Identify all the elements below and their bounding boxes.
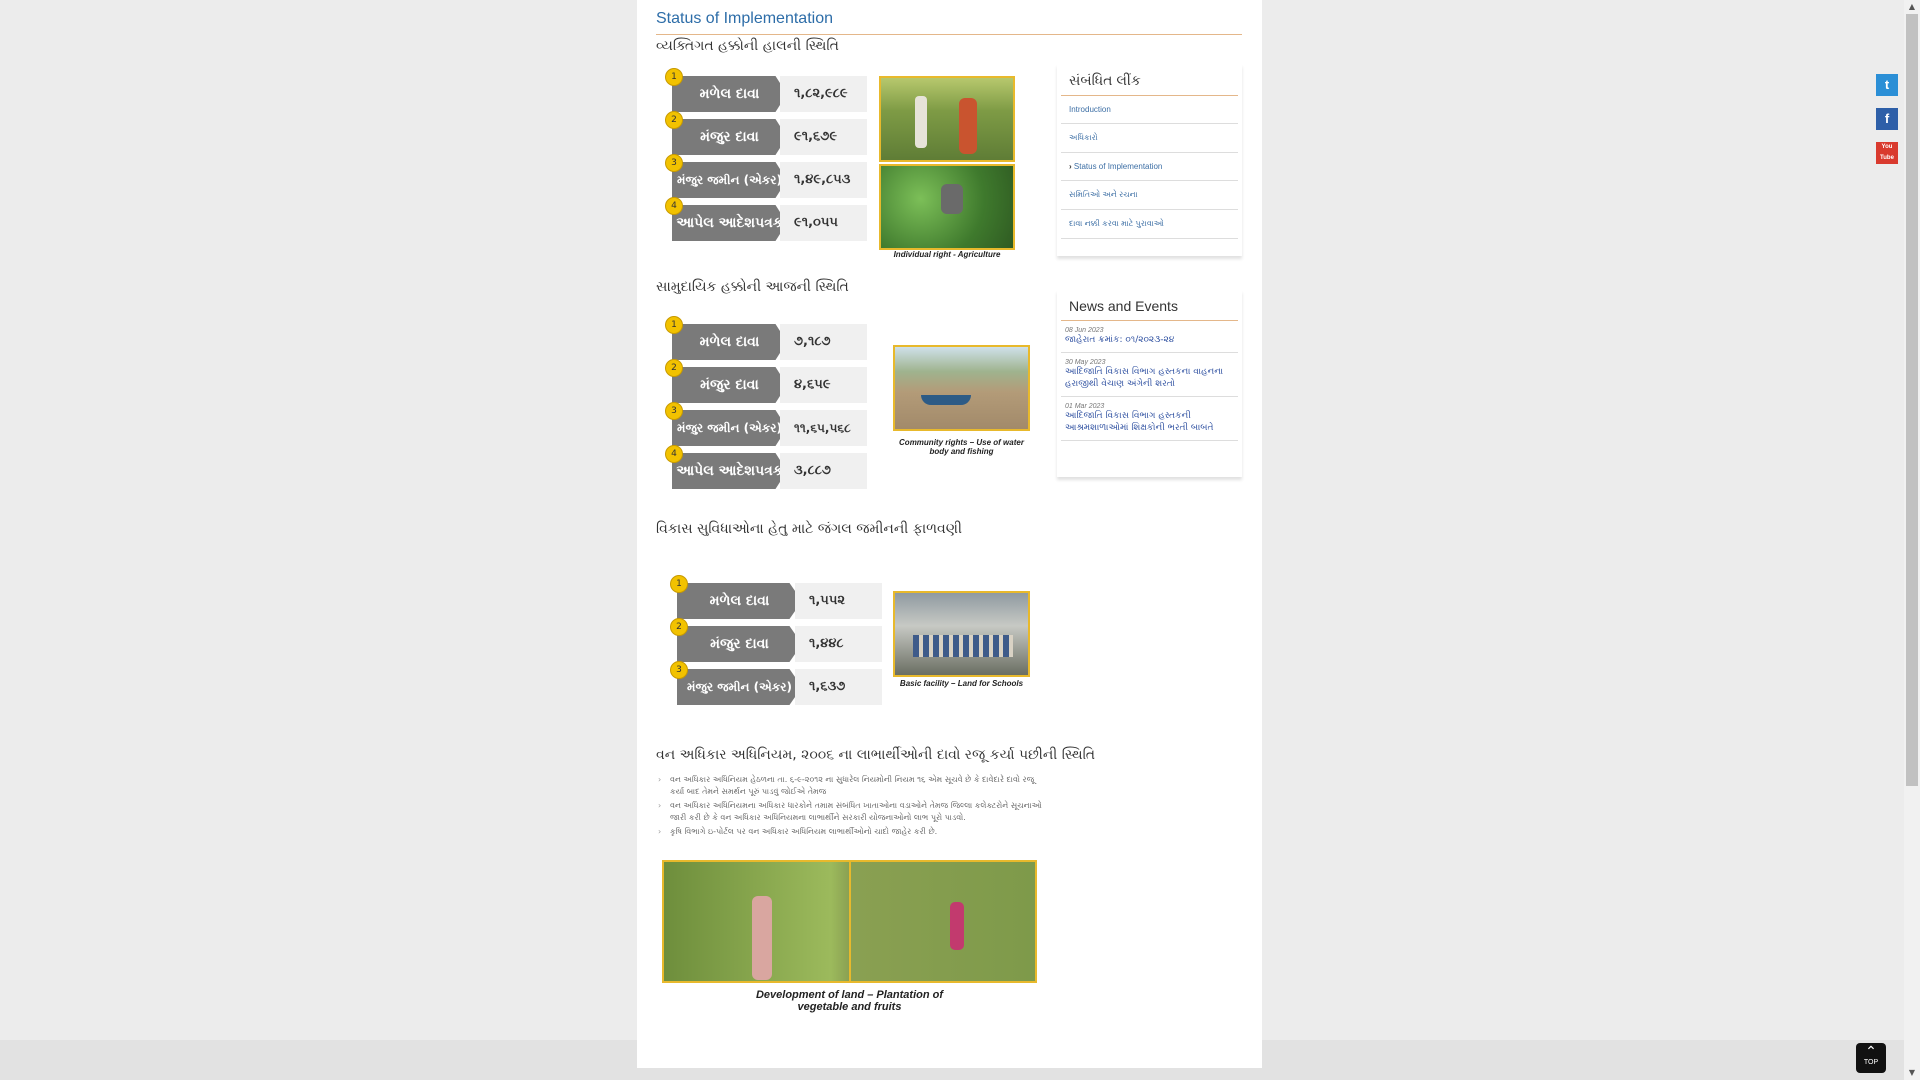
stat-label: મંજુર દાવા (672, 367, 787, 403)
plantation-caption: Development of land – Plantation of vege… (662, 989, 1037, 1013)
step-badge: 1 (670, 575, 688, 593)
community-caption: Community rights – Use of water body and… (899, 438, 1024, 456)
back-to-top-button[interactable]: ⌃ TOP (1856, 1043, 1886, 1073)
stat-label: આપેલ આદેશપત્રક (672, 205, 787, 241)
beneficiaries-title: વન અધિકાર અધિનિયમ, ૨૦૦૬ ના લાભાર્થીઓની દ… (656, 747, 1096, 763)
stat-value: ૭,૧૮૭ (780, 324, 867, 360)
youtube-icon[interactable]: You Tube (1876, 142, 1898, 164)
news-box: News and Events 08 Jun 2023 જાહેરાત ક્રમ… (1057, 290, 1242, 477)
individual-caption: Individual right - Agriculture (893, 250, 1001, 259)
list-item: કૃષિ વિભાગે ઇ-પોર્ટલ પર વન અધિકાર અધિનિય… (656, 826, 1046, 838)
stat-row: 1 મળેલ દાવા ૧,૮૨,૯૮૯ (665, 68, 867, 112)
stat-label: આપેલ આદેશપત્રક (672, 453, 787, 489)
related-links-title: સંબંધિત લીંક (1061, 64, 1238, 96)
agriculture-photo-2 (879, 164, 1015, 250)
stat-value: ૧,૬૩૭ (795, 669, 882, 705)
chevron-up-icon: ⌃ (1865, 1043, 1877, 1059)
step-badge: 2 (670, 618, 688, 636)
individual-rights-title: વ્યક્તિગત હક્કોની હાલની સ્થિતિ (656, 38, 839, 54)
page-title: Status of Implementation (656, 10, 1242, 35)
news-text[interactable]: આદિજાતિ વિકાસ વિભાગ હસ્તકના વાહનના હરાજી… (1065, 366, 1234, 390)
stat-value: ૩,૮૮૭ (780, 453, 867, 489)
stat-value: ૯૧,૦૫૫ (780, 205, 867, 241)
related-link-introduction[interactable]: Introduction (1061, 96, 1238, 124)
community-rights-title: સામુદાયિક હક્કોની આજની સ્થિતિ (656, 279, 849, 295)
stat-value: ૧,૮૨,૯૮૯ (780, 76, 867, 112)
scroll-down-arrow-icon[interactable]: ▼ (1906, 1068, 1918, 1077)
fishing-photo (893, 345, 1030, 431)
community-stats: 1 મળેલ દાવા ૭,૧૮૭ 2 મંજુર દાવા ૪,૬૫૯ 3 મંજુર … (665, 316, 867, 496)
stat-label: મંજુર જમીન (એકર) (677, 669, 802, 705)
scroll-up-arrow-icon[interactable]: ▲ (1906, 2, 1918, 11)
news-date: 08 Jun 2023 (1065, 327, 1104, 334)
stat-row: 4 આપેલ આદેશપત્રક ૩,૮૮૭ (665, 445, 867, 489)
stat-row: 1 મળેલ દાવા ૧,૫૫૨ (670, 575, 882, 619)
stat-label: મંજુર જમીન (એકર) (672, 410, 787, 446)
related-links-box: સંબંધિત લીંક Introduction અધિકારો Status… (1057, 64, 1242, 256)
step-badge: 1 (665, 316, 683, 334)
stat-value: ૪,૬૫૯ (780, 367, 867, 403)
beneficiaries-list: વન અધિકાર અધિનિયમ હેઠળના તા. ૬-૯-૨૦૧૨ ના… (656, 774, 1046, 840)
agriculture-photo-1 (879, 76, 1015, 162)
related-link-committees[interactable]: સમિતિઓ અને રચના (1061, 181, 1238, 210)
news-title: News and Events (1061, 290, 1238, 321)
stat-row: 2 મંજુર દાવા ૪,૬૫૯ (665, 359, 867, 403)
related-link-status[interactable]: Status of Implementation (1061, 153, 1238, 181)
stat-value: ૧,૫૫૨ (795, 583, 882, 619)
step-badge: 2 (665, 111, 683, 129)
plantation-caption-line2: vegetable and fruits (797, 1001, 902, 1013)
news-date: 01 Mar 2023 (1065, 403, 1105, 410)
news-date: 30 May 2023 (1065, 359, 1106, 366)
news-item[interactable]: 08 Jun 2023 જાહેરાત ક્રમાંક: ૦૧/૨૦૨૩-૨૪ (1061, 321, 1238, 353)
stat-row: 1 મળેલ દાવા ૭,૧૮૭ (665, 316, 867, 360)
development-title: વિકાસ સુવિધાઓના હેતુ માટે જંગલ જમીનની ફા… (656, 521, 962, 537)
related-link-evidence[interactable]: દાવા નક્કી કરવા માટે પુરાવાઓ (1061, 210, 1238, 239)
stat-value: ૧,૪૯,૮૫૩ (780, 162, 867, 198)
step-badge: 4 (665, 445, 683, 463)
plantation-photo (662, 860, 1037, 983)
scrollbar-thumb[interactable] (1906, 14, 1918, 786)
individual-stats: 1 મળેલ દાવા ૧,૮૨,૯૮૯ 2 મંજુર દાવા ૯૧,૬૭૯ 3 મં… (665, 68, 867, 248)
related-link-rights[interactable]: અધિકારો (1061, 124, 1238, 153)
stat-row: 3 મંજુર જમીન (એકર) ૧,૪૯,૮૫૩ (665, 154, 867, 198)
news-item[interactable]: 30 May 2023 આદિજાતિ વિકાસ વિભાગ હસ્તકના … (1061, 353, 1238, 397)
news-text[interactable]: આદિજાતિ વિકાસ વિભાગ હસ્તકની આશ્રમશાળાઓમા… (1065, 410, 1234, 434)
stat-value: ૯૧,૬૭૯ (780, 119, 867, 155)
stat-label: મંજુર દાવા (677, 626, 802, 662)
stat-row: 3 મંજુર જમીન (એકર) ૧૧,૬૫,૫૬૮ (665, 402, 867, 446)
stat-row: 2 મંજુર દાવા ૧,૪૪૮ (670, 618, 882, 662)
stat-row: 4 આપેલ આદેશપત્રક ૯૧,૦૫૫ (665, 197, 867, 241)
development-stats: 1 મળેલ દાવા ૧,૫૫૨ 2 મંજુર દાવા ૧,૪૪૮ 3 મંજુર … (670, 575, 882, 712)
stat-label: મંજુર દાવા (672, 119, 787, 155)
step-badge: 1 (665, 68, 683, 86)
stat-row: 3 મંજુર જમીન (એકર) ૧,૬૩૭ (670, 661, 882, 705)
development-caption: Basic facility – Land for Schools (899, 679, 1024, 688)
stat-label: મળેલ દાવા (672, 324, 787, 360)
twitter-icon[interactable]: t (1876, 74, 1898, 96)
school-photo (893, 591, 1030, 677)
stat-label: મળેલ દાવા (672, 76, 787, 112)
stat-label: મળેલ દાવા (677, 583, 802, 619)
back-to-top-label: TOP (1863, 1059, 1879, 1066)
step-badge: 3 (665, 402, 683, 420)
list-item: વન અધિકાર અધિનિયમના અધિકાર ધારકોને તમામ … (656, 800, 1046, 824)
step-badge: 2 (665, 359, 683, 377)
plantation-caption-line1: Development of land – Plantation of (755, 989, 944, 1001)
facebook-icon[interactable]: f (1876, 108, 1898, 130)
step-badge: 4 (665, 197, 683, 215)
news-item[interactable]: 01 Mar 2023 આદિજાતિ વિકાસ વિભાગ હસ્તકની … (1061, 397, 1238, 441)
news-text[interactable]: જાહેરાત ક્રમાંક: ૦૧/૨૦૨૩-૨૪ (1065, 334, 1234, 346)
list-item: વન અધિકાર અધિનિયમ હેઠળના તા. ૬-૯-૨૦૧૨ ના… (656, 774, 1046, 798)
step-badge: 3 (665, 154, 683, 172)
stat-label: મંજુર જમીન (એકર) (672, 162, 787, 198)
stat-value: ૧,૪૪૮ (795, 626, 882, 662)
step-badge: 3 (670, 661, 688, 679)
stat-value: ૧૧,૬૫,૫૬૮ (780, 410, 867, 446)
stat-row: 2 મંજુર દાવા ૯૧,૬૭૯ (665, 111, 867, 155)
